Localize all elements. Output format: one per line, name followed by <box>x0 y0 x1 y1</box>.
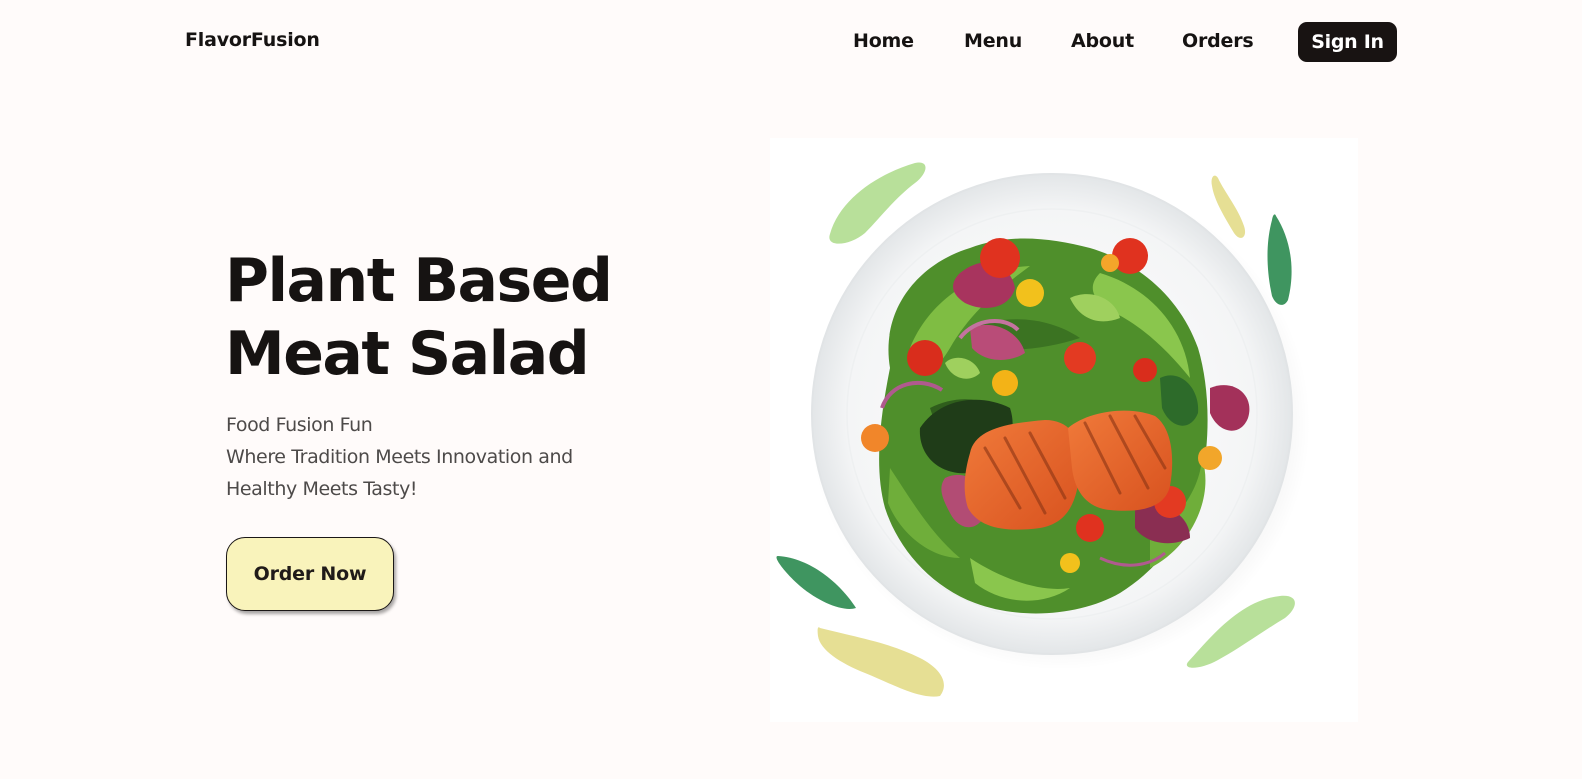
hero-subtitle-line-1: Food Fusion Fun <box>226 414 373 436</box>
sign-in-button[interactable]: Sign In <box>1298 22 1397 62</box>
nav-about[interactable]: About <box>1071 30 1134 52</box>
leaf-decoration <box>817 627 944 697</box>
nav-orders[interactable]: Orders <box>1182 30 1254 52</box>
hero-title-line-1: Plant Based <box>225 246 613 316</box>
leaf-decoration <box>1211 175 1246 238</box>
salad-plate-icon <box>776 162 1310 697</box>
nav-menu[interactable]: Menu <box>964 30 1022 52</box>
salad-image <box>770 138 1358 722</box>
leaf-decoration <box>776 556 856 609</box>
hero-subtitle-line-2: Where Tradition Meets Innovation and <box>226 446 573 468</box>
nav-home[interactable]: Home <box>853 30 914 52</box>
hero-title: Plant Based Meat Salad <box>225 245 613 391</box>
hero-subtitle: Food Fusion Fun Where Tradition Meets In… <box>226 409 646 505</box>
logo[interactable]: FlavorFusion <box>185 29 320 51</box>
navbar: FlavorFusion Home Menu About Orders Sign… <box>0 0 1582 84</box>
hero-subtitle-line-3: Healthy Meets Tasty! <box>226 478 418 500</box>
hero-title-line-2: Meat Salad <box>225 319 590 389</box>
leaf-decoration <box>1267 214 1292 305</box>
order-now-button[interactable]: Order Now <box>226 537 394 611</box>
